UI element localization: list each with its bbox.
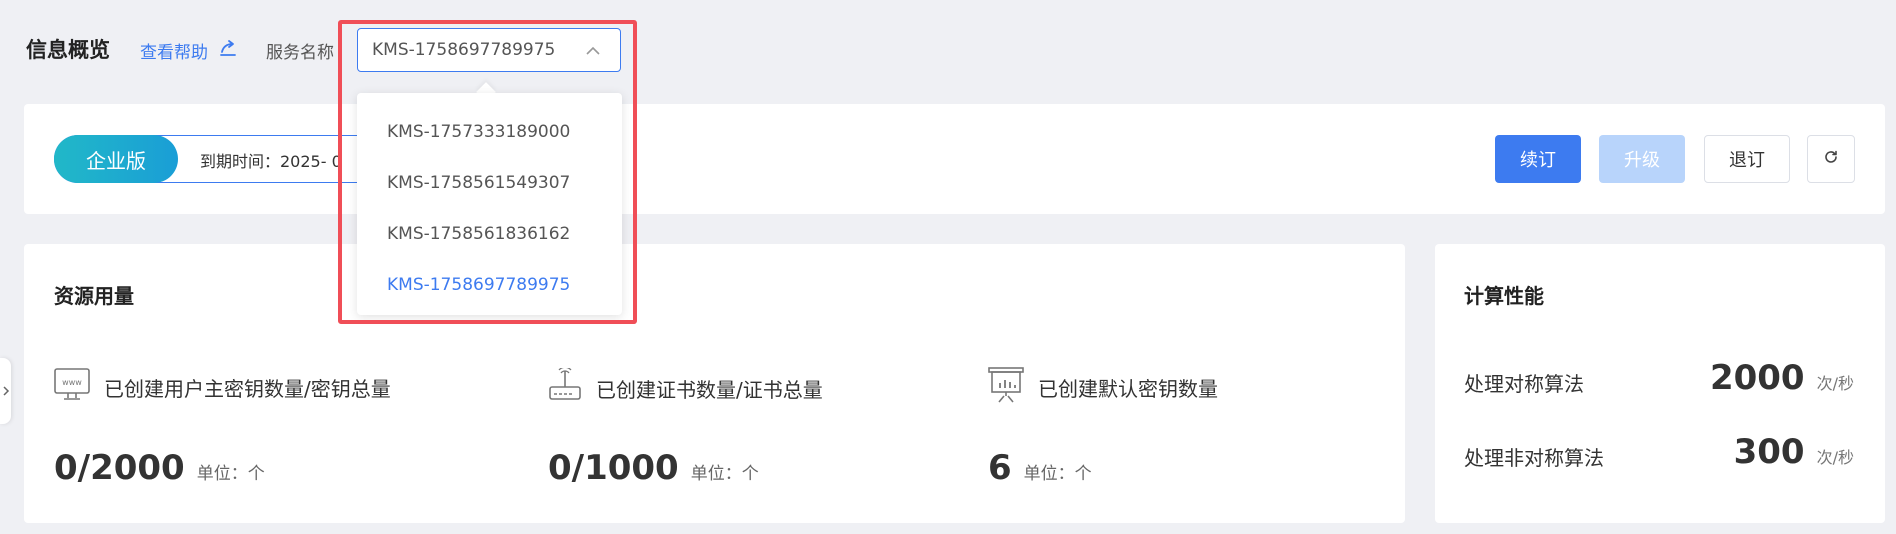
certificate-device-icon bbox=[548, 366, 582, 409]
certificate-metric: 0/1000 单位：个 bbox=[548, 448, 759, 488]
default-key-metric: 6 单位：个 bbox=[988, 448, 1092, 488]
refresh-button[interactable] bbox=[1807, 135, 1855, 183]
default-key-metric-label: 已创建默认密钥数量 bbox=[988, 366, 1218, 409]
help-link[interactable]: 查看帮助 bbox=[140, 38, 238, 63]
unsubscribe-button[interactable]: 退订 bbox=[1704, 135, 1790, 183]
symmetric-label: 处理对称算法 bbox=[1464, 372, 1584, 396]
metric-unit: 单位：个 bbox=[690, 464, 759, 484]
metric-value: 6 bbox=[988, 448, 1012, 488]
certificate-metric-label: 已创建证书数量/证书总量 bbox=[548, 366, 823, 409]
metric-label-text: 已创建用户主密钥数量/密钥总量 bbox=[104, 377, 391, 401]
upgrade-button[interactable]: 升级 bbox=[1599, 135, 1685, 183]
metric-unit: 单位：个 bbox=[1023, 464, 1092, 484]
page-title: 信息概览 bbox=[26, 38, 110, 62]
service-name-label: 服务名称 bbox=[266, 43, 334, 63]
perf-unit: 次/秒 bbox=[1816, 374, 1854, 393]
resource-usage-title: 资源用量 bbox=[54, 284, 134, 308]
edition-badge: 企业版 bbox=[54, 135, 178, 183]
metric-value: 0/2000 bbox=[54, 448, 185, 488]
asymmetric-metric: 300 次/秒 bbox=[1734, 432, 1854, 472]
svg-text:www: www bbox=[62, 378, 82, 387]
asymmetric-label: 处理非对称算法 bbox=[1464, 446, 1604, 470]
sidebar-toggle[interactable] bbox=[0, 358, 11, 424]
presentation-board-icon bbox=[988, 366, 1024, 409]
user-key-metric: 0/2000 单位：个 bbox=[54, 448, 265, 488]
compute-performance-title: 计算性能 bbox=[1464, 284, 1544, 308]
expire-time: 到期时间：2025- 0 bbox=[200, 152, 342, 171]
chevron-right-icon bbox=[2, 382, 10, 401]
metric-unit: 单位：个 bbox=[196, 464, 265, 484]
help-link-label: 查看帮助 bbox=[140, 43, 208, 63]
perf-value: 300 bbox=[1733, 432, 1805, 472]
www-monitor-icon: www bbox=[54, 368, 90, 407]
perf-value: 2000 bbox=[1709, 358, 1805, 398]
metric-label-text: 已创建证书数量/证书总量 bbox=[596, 378, 823, 402]
metric-label-text: 已创建默认密钥数量 bbox=[1038, 377, 1218, 401]
metric-value: 0/1000 bbox=[548, 448, 679, 488]
refresh-icon bbox=[1823, 149, 1839, 170]
perf-unit: 次/秒 bbox=[1816, 448, 1854, 467]
symmetric-metric: 2000 次/秒 bbox=[1710, 358, 1854, 398]
highlight-box bbox=[338, 20, 637, 324]
user-key-metric-label: www 已创建用户主密钥数量/密钥总量 bbox=[54, 368, 391, 407]
renew-button[interactable]: 续订 bbox=[1495, 135, 1581, 183]
share-icon bbox=[218, 38, 238, 63]
